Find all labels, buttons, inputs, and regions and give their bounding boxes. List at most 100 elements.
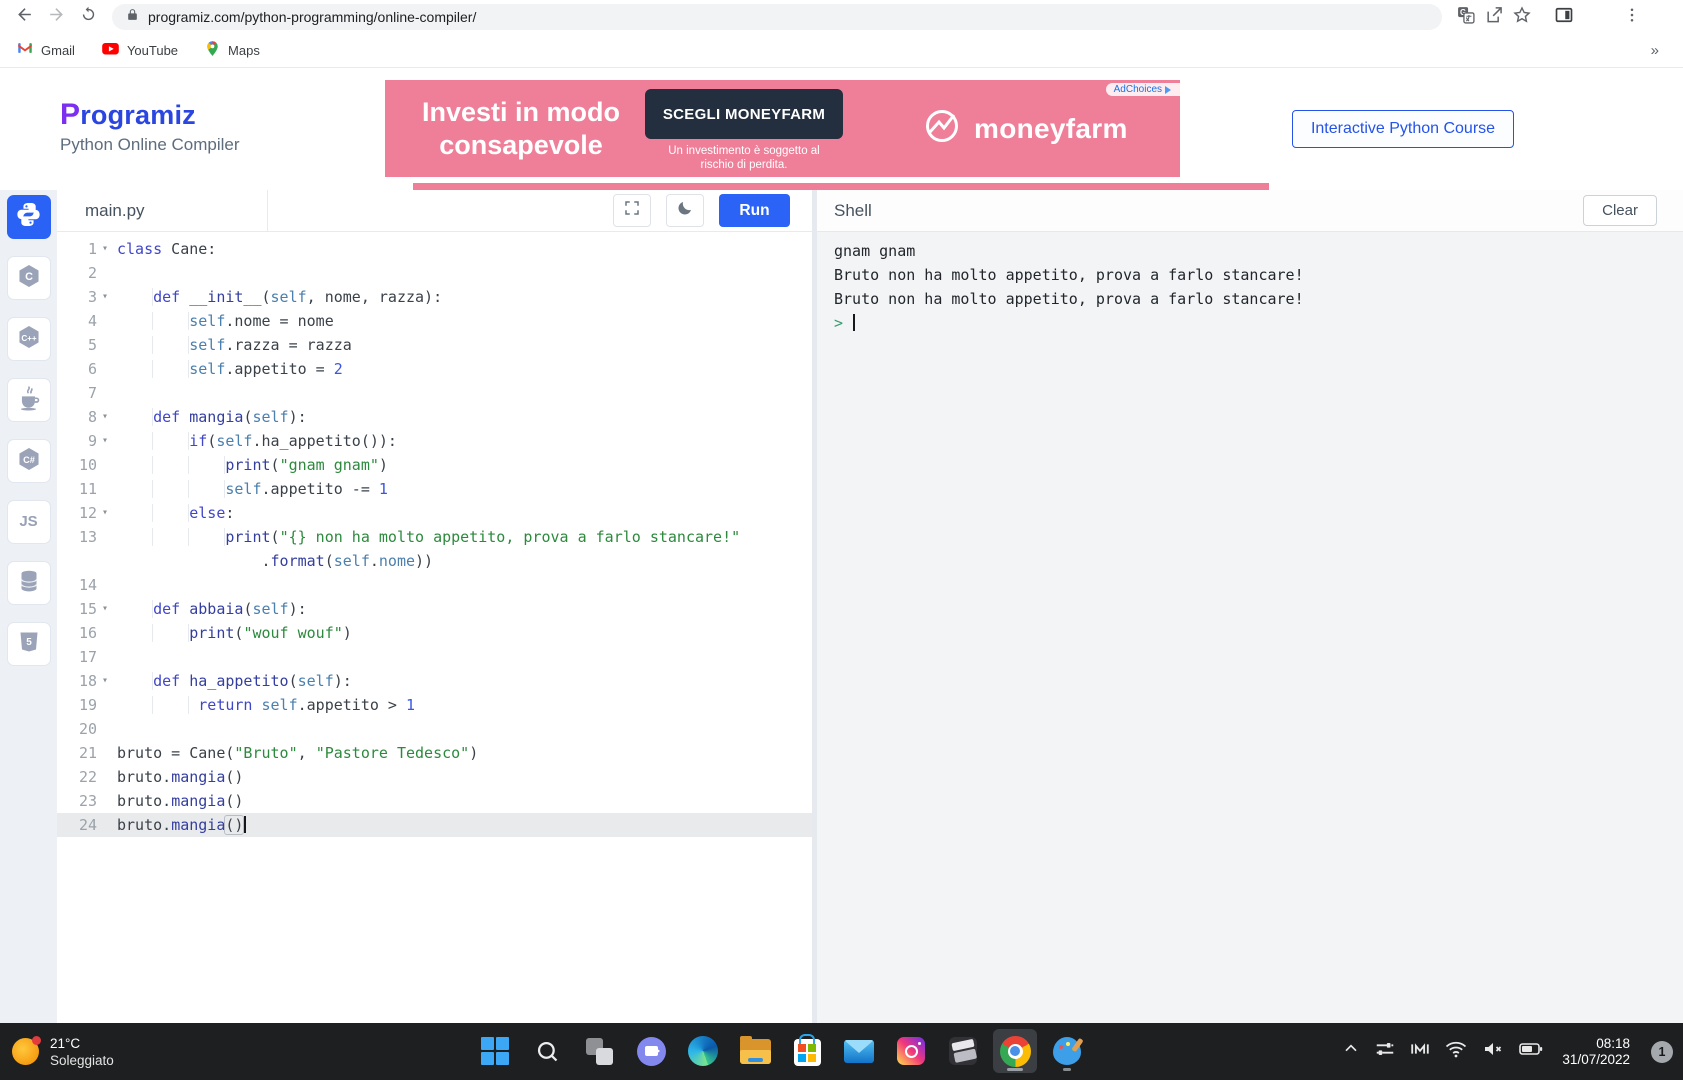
- translate-button[interactable]: G: [1452, 3, 1480, 31]
- back-button[interactable]: [10, 3, 38, 31]
- share-button[interactable]: [1480, 3, 1508, 31]
- taskbar-start-button[interactable]: [473, 1029, 517, 1073]
- fold-arrow-icon[interactable]: ▾: [97, 405, 113, 429]
- fold-arrow-icon[interactable]: ▾: [97, 669, 113, 693]
- code-line[interactable]: 2: [57, 261, 812, 285]
- fold-arrow-icon[interactable]: ▾: [97, 285, 113, 309]
- taskbar-paint-button[interactable]: [1045, 1029, 1089, 1073]
- sidebar-lang-python[interactable]: [7, 195, 51, 239]
- code-text: self.appetito -= 1: [117, 477, 812, 501]
- notification-badge[interactable]: 1: [1651, 1041, 1673, 1063]
- code-line[interactable]: 5 self.razza = razza: [57, 333, 812, 357]
- sidebar-lang-sql[interactable]: [7, 561, 51, 605]
- url-bar[interactable]: programiz.com/python-programming/online-…: [112, 4, 1442, 30]
- fold-arrow-icon[interactable]: ▾: [97, 501, 113, 525]
- taskbar-task-view-button[interactable]: [577, 1029, 621, 1073]
- side-panel-button[interactable]: [1550, 3, 1578, 31]
- reload-button[interactable]: [74, 3, 102, 31]
- tray-sliders-button[interactable]: [1374, 1038, 1396, 1065]
- code-text: bruto.mangia(): [117, 765, 812, 789]
- back-icon: [15, 5, 34, 29]
- fullscreen-button[interactable]: [613, 194, 651, 227]
- clipchamp-icon: [949, 1037, 977, 1065]
- taskbar-chrome-button[interactable]: [993, 1029, 1037, 1073]
- shell-output[interactable]: gnam gnamBruto non ha molto appetito, pr…: [817, 232, 1683, 1023]
- programiz-logo[interactable]: Programiz Python Online Compiler: [60, 98, 240, 155]
- code-line[interactable]: 16 print("wouf wouf"): [57, 621, 812, 645]
- code-line[interactable]: 6 self.appetito = 2: [57, 357, 812, 381]
- code-line[interactable]: 9▾ if(self.ha_appetito()):: [57, 429, 812, 453]
- code-line[interactable]: 7: [57, 381, 812, 405]
- fold-arrow-icon[interactable]: ▾: [97, 597, 113, 621]
- sidebar-lang-cpp[interactable]: C++: [7, 317, 51, 361]
- sidebar-lang-c[interactable]: C: [7, 256, 51, 300]
- code-editor[interactable]: 1▾class Cane:23▾ def __init__(self, nome…: [57, 232, 812, 1023]
- code-line[interactable]: 14: [57, 573, 812, 597]
- code-line[interactable]: 8▾ def mangia(self):: [57, 405, 812, 429]
- code-line[interactable]: 23bruto.mangia(): [57, 789, 812, 813]
- run-button[interactable]: Run: [719, 194, 790, 227]
- tab-main-py[interactable]: main.py: [57, 190, 268, 231]
- taskbar-chat-button[interactable]: [629, 1029, 673, 1073]
- interactive-course-button[interactable]: Interactive Python Course: [1292, 110, 1514, 148]
- code-line[interactable]: 13 print("{} non ha molto appetito, prov…: [57, 525, 812, 549]
- tray-volume-muted-button[interactable]: [1481, 1037, 1505, 1066]
- sidebar-lang-csharp[interactable]: C#: [7, 439, 51, 483]
- bookmarks-bar: Gmail YouTube Maps »: [0, 34, 1683, 68]
- bookmarks-overflow-button[interactable]: »: [1651, 42, 1667, 59]
- instagram-icon: [897, 1037, 925, 1065]
- dark-mode-button[interactable]: [666, 194, 704, 227]
- code-text: [117, 573, 812, 597]
- taskbar-clipchamp-button[interactable]: [941, 1029, 985, 1073]
- fold-arrow-icon[interactable]: ▾: [97, 429, 113, 453]
- line-number: 9: [57, 429, 97, 453]
- tray-battery-button[interactable]: [1518, 1036, 1544, 1067]
- taskbar-mail-button[interactable]: [837, 1029, 881, 1073]
- taskbar-instagram-button[interactable]: [889, 1029, 933, 1073]
- code-line[interactable]: 22bruto.mangia(): [57, 765, 812, 789]
- code-line[interactable]: 19 return self.appetito > 1: [57, 693, 812, 717]
- code-line[interactable]: 4 self.nome = nome: [57, 309, 812, 333]
- sidebar-lang-javascript[interactable]: JS: [7, 500, 51, 544]
- adchoices-button[interactable]: AdChoices: [1106, 83, 1180, 96]
- taskbar-search-button[interactable]: [525, 1029, 569, 1073]
- taskbar-edge-button[interactable]: [681, 1029, 725, 1073]
- code-line[interactable]: 1▾class Cane:: [57, 237, 812, 261]
- tray-m-app-button[interactable]: [1409, 1038, 1431, 1065]
- code-line[interactable]: 15▾ def abbaia(self):: [57, 597, 812, 621]
- forward-button[interactable]: [42, 3, 70, 31]
- bookmark-gmail[interactable]: Gmail: [16, 39, 75, 62]
- sidebar-lang-java[interactable]: [7, 378, 51, 422]
- code-text: self.appetito = 2: [117, 357, 812, 381]
- fold-arrow-icon[interactable]: ▾: [97, 237, 113, 261]
- ad-banner[interactable]: Investi in modo consapevole SCEGLI MONEY…: [385, 80, 1180, 177]
- code-line[interactable]: 17: [57, 645, 812, 669]
- clear-button[interactable]: Clear: [1583, 195, 1657, 226]
- taskbar-clock[interactable]: 08:18 31/07/2022: [1562, 1036, 1630, 1068]
- bookmark-youtube[interactable]: YouTube: [101, 39, 178, 63]
- line-number: 21: [57, 741, 97, 765]
- menu-button[interactable]: [1618, 3, 1646, 31]
- mail-icon: [844, 1040, 874, 1063]
- taskbar-store-button[interactable]: [785, 1029, 829, 1073]
- csharp-icon: C#: [16, 446, 42, 477]
- sidebar-lang-html[interactable]: 5: [7, 622, 51, 666]
- taskbar-file-explorer-button[interactable]: [733, 1029, 777, 1073]
- code-line[interactable]: 12▾ else:: [57, 501, 812, 525]
- star-button[interactable]: [1508, 3, 1536, 31]
- code-line[interactable]: 21bruto = Cane("Bruto", "Pastore Tedesco…: [57, 741, 812, 765]
- code-line[interactable]: .format(self.nome)): [57, 549, 812, 573]
- code-line[interactable]: 20: [57, 717, 812, 741]
- weather-widget[interactable]: 21°C Soleggiato: [12, 1023, 114, 1080]
- bookmark-maps[interactable]: Maps: [204, 40, 260, 62]
- tray-wifi-button[interactable]: [1444, 1037, 1468, 1066]
- code-line[interactable]: 18▾ def ha_appetito(self):: [57, 669, 812, 693]
- line-number: 16: [57, 621, 97, 645]
- code-line[interactable]: 3▾ def __init__(self, nome, razza):: [57, 285, 812, 309]
- code-line[interactable]: 24bruto.mangia(): [57, 813, 812, 837]
- fold-spacer: [97, 717, 113, 741]
- code-line[interactable]: 10 print("gnam gnam"): [57, 453, 812, 477]
- tray-chevron-up-button[interactable]: [1341, 1039, 1361, 1064]
- ad-cta-button[interactable]: SCEGLI MONEYFARM: [645, 89, 843, 139]
- code-line[interactable]: 11 self.appetito -= 1: [57, 477, 812, 501]
